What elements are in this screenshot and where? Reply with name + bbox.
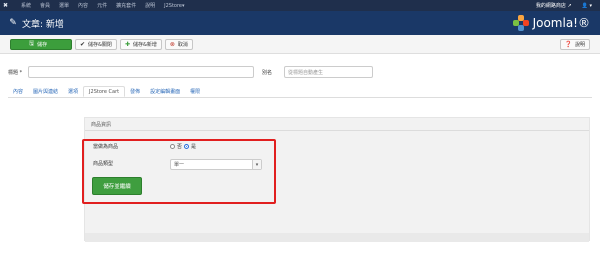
panel-footer <box>85 233 589 242</box>
page-header: ✎ 文章: 新增 Joomla!® <box>0 11 600 35</box>
brand-text: Joomla!® <box>532 16 590 30</box>
admin-top-nav: ✖ 系統 會員 選單 內容 元件 擴充套件 說明 J2Store▾ 我的網路商店… <box>0 0 600 11</box>
user-icon: 👤 <box>581 2 588 9</box>
user-menu[interactable]: 👤 ▾ <box>582 3 592 9</box>
external-link-icon: ↗ <box>567 3 572 9</box>
menu-users[interactable]: 會員 <box>40 2 50 9</box>
tab-divider <box>8 97 592 98</box>
menu-components[interactable]: 元件 <box>97 2 107 9</box>
cancel-button[interactable]: ⊗ 取消 <box>164 38 193 50</box>
check-icon: ✔ <box>80 40 86 48</box>
panel-divider <box>85 130 589 131</box>
admin-menu: 系統 會員 選單 內容 元件 擴充套件 說明 J2Store▾ <box>21 2 185 10</box>
alias-label: 別名 <box>262 70 273 76</box>
question-icon: ❓ <box>564 40 572 48</box>
joomla-brand: Joomla!® <box>512 15 590 31</box>
save-close-button[interactable]: ✔ 儲存&關閉 <box>75 38 117 50</box>
menu-extensions[interactable]: 擴充套件 <box>116 2 136 9</box>
save-new-button[interactable]: ✚ 儲存&新增 <box>119 38 162 50</box>
highlight-box <box>82 139 276 204</box>
alias-input[interactable]: 從標題自動產生 <box>284 66 373 78</box>
menu-system[interactable]: 系統 <box>21 2 31 9</box>
tab-images-links[interactable]: 圖片與連結 <box>28 86 63 97</box>
menu-content[interactable]: 內容 <box>78 2 88 9</box>
editor-tabs: 內容 圖片與連結 選項 J2Store Cart 發佈 設定編輯畫面 權限 <box>8 86 205 97</box>
site-link[interactable]: 我的網路商店 ↗ <box>536 2 572 9</box>
pencil-icon: ✎ <box>9 18 17 28</box>
tab-options[interactable]: 選項 <box>63 86 83 97</box>
title-input[interactable] <box>28 66 254 78</box>
page-title: 文章: 新增 <box>22 19 64 30</box>
chevron-down-icon: ▾ <box>589 2 592 9</box>
joomla-mark-icon <box>512 15 529 31</box>
tab-publishing[interactable]: 發佈 <box>125 86 145 97</box>
tab-j2store-cart[interactable]: J2Store Cart <box>83 86 126 97</box>
joomla-logo-icon[interactable]: ✖ <box>0 0 11 11</box>
tab-permissions[interactable]: 權限 <box>185 86 205 97</box>
toolbar: 🖫 儲存 ✔ 儲存&關閉 ✚ 儲存&新增 ⊗ 取消 ❓ 說明 <box>0 35 600 54</box>
plus-icon: ✚ <box>124 40 130 48</box>
menu-j2store[interactable]: J2Store▾ <box>164 3 184 9</box>
cancel-icon: ⊗ <box>169 40 175 48</box>
chevron-down-icon: ▾ <box>181 2 185 9</box>
save-icon: 🖫 <box>29 40 35 47</box>
tab-content[interactable]: 內容 <box>8 86 28 97</box>
help-button[interactable]: ❓ 說明 <box>559 38 590 50</box>
save-button[interactable]: 🖫 儲存 <box>10 38 72 50</box>
tab-editor-config[interactable]: 設定編輯畫面 <box>145 86 185 97</box>
panel-heading: 商品資訊 <box>91 121 112 128</box>
menu-menus[interactable]: 選單 <box>59 2 69 9</box>
menu-help[interactable]: 說明 <box>145 2 155 9</box>
title-label: 標題 * <box>8 70 23 76</box>
topnav-right: 我的網路商店 ↗ 👤 ▾ <box>536 2 600 10</box>
